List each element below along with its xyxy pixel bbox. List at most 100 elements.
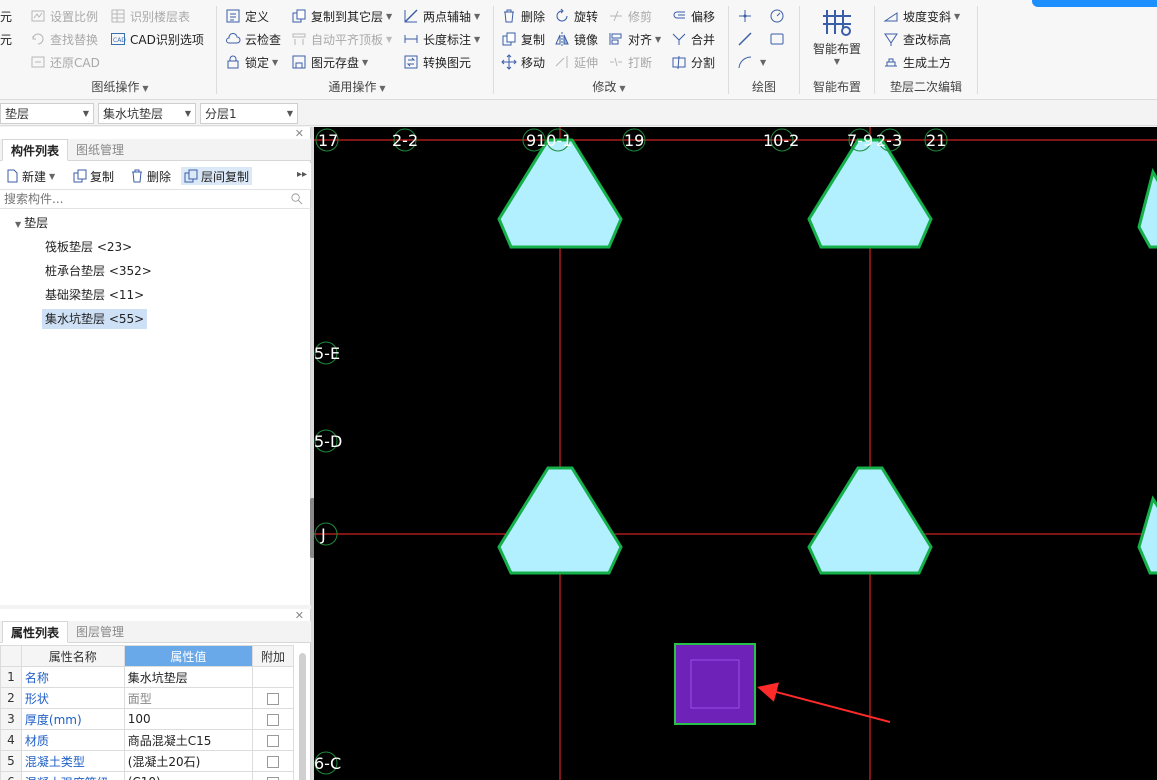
component-select[interactable]: 集水坑垫层 ▼ [98,103,196,124]
rotate-button[interactable]: 旋转 [554,6,598,26]
attach-checkbox[interactable] [267,713,280,726]
search-input[interactable] [0,190,280,208]
pile-cap-cushion[interactable] [497,466,623,575]
more-icon[interactable]: ▸▸ [297,169,307,180]
layer-select[interactable]: 分层1 ▼ [200,103,298,124]
define-button[interactable]: 定义 [225,6,269,26]
convert-element-button[interactable]: 转换图元 [403,52,471,72]
svg-text:CAD: CAD [113,37,126,44]
cad-options-button[interactable]: CAD CAD识别选项 [110,29,204,49]
draw-rectangle-button[interactable] [769,29,789,49]
tab-drawing-management[interactable]: 图纸管理 [68,139,132,161]
table-row[interactable]: 3 厚度(mm) 100 [0,708,294,730]
new-component-button[interactable]: 新建 ▼ [5,167,55,185]
attach-checkbox[interactable] [267,776,280,780]
ribbon-group-title-cushion-edit: 垫层二次编辑 [889,80,962,94]
merge-icon [671,31,687,47]
ribbon-group-title-drawing-ops[interactable]: 图纸操作 ▼ [60,78,180,96]
pile-cap-cushion[interactable] [497,138,623,249]
delete-component-button[interactable]: 删除 [130,167,171,185]
drawing-svg[interactable]: 17 2-2 9 10-1 19 10-2 7-9 2-3 21 5-E 5-D… [314,127,1157,780]
copy-button[interactable]: 复制 [501,29,545,49]
partial-button-1[interactable]: 元 [0,6,12,26]
delete-button[interactable]: 删除 [501,6,545,26]
tree-item[interactable]: 桩承台垫层 <352> [42,261,155,281]
ribbon-group-modify: 删除 旋转 修剪 偏移 复制 镜像 对齐 ▼ 合并 移动 延伸 打断 分割 修改… [494,0,728,100]
lock-button[interactable]: 锁定 ▼ [225,52,278,72]
property-value[interactable]: (C10) [123,771,254,780]
length-dimension-button[interactable]: 长度标注 ▼ [403,29,480,49]
attach-checkbox[interactable] [267,755,280,768]
pile-cap-cushion[interactable] [1137,168,1157,249]
ribbon-group-title-common-ops[interactable]: 通用操作 ▼ [297,78,417,96]
tree-item-selected[interactable]: 集水坑垫层 <55> [42,309,148,329]
merge-button[interactable]: 合并 [671,29,715,49]
pile-cap-cushion[interactable] [1137,495,1157,575]
delete-icon [501,8,517,24]
two-point-axis-button[interactable]: 两点辅轴 ▼ [403,6,480,26]
property-value[interactable]: 商品混凝土C15 [123,729,254,751]
tree-root[interactable]: ▼ 垫层 [12,213,51,233]
pile-cap-cushion[interactable] [807,466,933,575]
table-row[interactable]: 6 混凝土强度等级 (C10) [0,771,294,780]
property-value[interactable]: 面型 [123,687,254,709]
generate-earthwork-button[interactable]: 生成土方 [883,52,951,72]
cloud-check-button[interactable]: 云检查 [225,29,281,49]
title-accent [1032,0,1157,7]
property-value[interactable]: 集水坑垫层 [123,666,254,688]
tab-component-list[interactable]: 构件列表 [2,139,69,161]
table-row[interactable]: 5 混凝土类型 (混凝土20石) [0,750,294,772]
tree-item[interactable]: 筏板垫层 <23> [42,237,135,257]
axis-label: 21 [926,131,946,150]
ribbon-group-title-modify[interactable]: 修改 ▼ [564,78,654,96]
auto-align-icon [291,31,307,47]
tree-item[interactable]: 基础梁垫层 <11> [42,285,147,305]
draw-arc-button[interactable]: ▼ [737,52,766,72]
property-value[interactable]: (混凝土20石) [123,750,254,772]
attach-checkbox[interactable] [267,692,280,705]
pile-cap-cushion[interactable] [807,138,933,249]
property-name: 混凝土强度等级 [20,771,125,780]
property-scrollbar[interactable] [299,653,306,780]
trim-button[interactable]: 修剪 [608,6,652,26]
copy-component-button[interactable]: 复制 [73,167,114,185]
table-row[interactable]: 1 名称 集水坑垫层 [0,666,294,688]
table-row[interactable]: 4 材质 商品混凝土C15 [0,729,294,751]
search-icon[interactable] [290,192,303,208]
break-button[interactable]: 打断 [608,52,652,72]
property-value[interactable]: 100 [123,708,254,730]
cad-options-icon: CAD [110,31,126,47]
extend-button[interactable]: 延伸 [554,52,598,72]
offset-button[interactable]: 偏移 [671,6,715,26]
restore-cad-button[interactable]: 还原CAD [30,52,100,72]
set-scale-button[interactable]: 设置比例 [30,6,98,26]
attach-checkbox[interactable] [267,734,280,747]
tab-property-list[interactable]: 属性列表 [2,621,69,643]
mirror-button[interactable]: 镜像 [554,29,598,49]
attach-cell [252,687,294,709]
axis-label: 17 [318,131,338,150]
split-button[interactable]: 分割 [671,52,715,72]
draw-line-button[interactable] [737,29,757,49]
check-elevation-button[interactable]: 查改标高 [883,29,951,49]
chevron-down-icon: ▼ [386,11,393,21]
save-element-button[interactable]: 图元存盘 ▼ [291,52,368,72]
sump-pit-cushion[interactable] [674,643,756,725]
copy-to-floor-button[interactable]: 复制到其它层 ▼ [291,6,392,26]
move-button[interactable]: 移动 [501,52,545,72]
partial-button-2[interactable]: 元 [0,29,12,49]
slope-button[interactable]: 坡度变斜 ▼ [883,6,960,26]
find-replace-button[interactable]: 查找替换 [30,29,98,49]
drawing-canvas[interactable]: 17 2-2 9 10-1 19 10-2 7-9 2-3 21 5-E 5-D… [314,127,1157,780]
ribbon-group-draw: ▼ 绘图 [729,0,799,100]
tab-layer-management[interactable]: 图层管理 [68,621,132,643]
auto-align-top-slab-button[interactable]: 自动平齐顶板 ▼ [291,29,392,49]
component-type-select[interactable]: 垫层 ▼ [0,103,94,124]
identify-floor-table-button[interactable]: 识别楼层表 [110,6,190,26]
draw-point-button[interactable] [737,6,757,26]
draw-rotate-point-button[interactable] [769,6,789,26]
smart-layout-button[interactable]: 智能布置 ▼ [802,6,872,72]
table-row[interactable]: 2 形状 面型 [0,687,294,709]
align-button[interactable]: 对齐 ▼ [608,29,661,49]
floor-copy-button[interactable]: 层间复制 [181,167,253,185]
